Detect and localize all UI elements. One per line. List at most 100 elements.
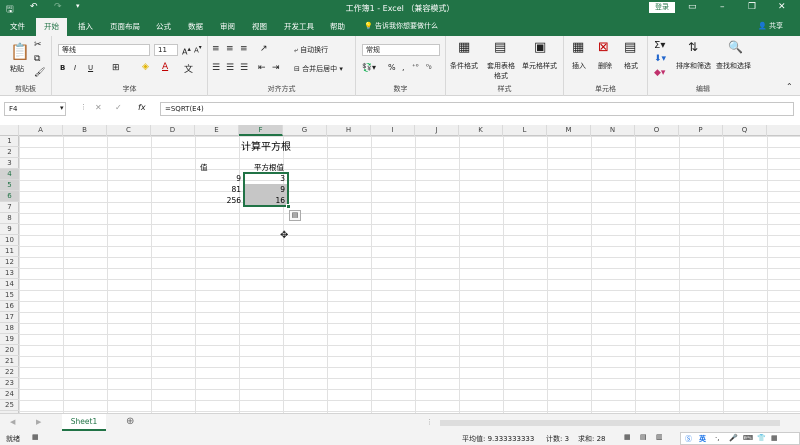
cell-styles-button[interactable]: 单元格样式 <box>522 61 557 71</box>
conditional-format-button[interactable]: 条件格式 <box>450 61 478 71</box>
ime-punct-icon[interactable]: ·, <box>715 434 719 442</box>
increase-decimal-icon[interactable]: ⁺⁰ <box>412 63 419 71</box>
collapse-ribbon-icon[interactable]: ⌃ <box>786 82 793 91</box>
ribbon-display-icon[interactable]: ▭ <box>688 2 697 12</box>
fill-icon[interactable]: ⬇▾ <box>654 54 666 64</box>
paste-button[interactable]: 粘贴 <box>10 64 24 74</box>
tab-developer[interactable]: 开发工具 <box>284 21 314 32</box>
insert-function-icon[interactable]: fx <box>138 103 146 112</box>
tab-formulas[interactable]: 公式 <box>156 21 171 32</box>
cell-styles-icon[interactable]: ▣ <box>534 40 546 55</box>
tell-me-search[interactable]: 💡 告诉我你想要做什么 <box>364 21 438 31</box>
tab-page-layout[interactable]: 页面布局 <box>110 21 140 32</box>
format-painter-icon[interactable]: 🖌 <box>34 68 45 78</box>
cell-title[interactable]: 计算平方根 <box>226 142 306 153</box>
underline-button[interactable]: U <box>88 64 93 72</box>
ime-toolbox-icon[interactable]: ▦ <box>771 434 778 442</box>
wrap-text-button[interactable]: ⤶ 自动换行 <box>294 45 328 55</box>
horizontal-scrollbar[interactable] <box>440 420 780 426</box>
borders-icon[interactable]: ⊞ <box>112 63 120 73</box>
font-name-select[interactable]: 等线 <box>58 44 150 56</box>
bold-button[interactable]: B <box>60 64 65 72</box>
new-sheet-icon[interactable]: ⊕ <box>126 416 134 427</box>
align-left-icon[interactable]: ☰ <box>212 63 220 73</box>
sheet-tab-sheet1[interactable]: Sheet1 <box>62 414 106 431</box>
cells-group: ▦ 插入 ⊠ 删除 ▤ 格式 单元格 <box>564 36 648 96</box>
login-button[interactable]: 登录 <box>649 2 675 13</box>
name-box-dropdown-icon[interactable]: ▾ <box>60 104 64 112</box>
tab-data[interactable]: 数据 <box>188 21 203 32</box>
grow-font-icon[interactable]: A▴ <box>182 45 191 57</box>
ime-logo-icon[interactable]: Ⓢ <box>685 434 692 444</box>
tab-file[interactable]: 文件 <box>10 21 25 32</box>
share-button[interactable]: 👤 共享 <box>758 21 783 31</box>
orientation-icon[interactable]: ↗ <box>260 44 268 54</box>
ime-skin-icon[interactable]: 👕 <box>757 434 766 442</box>
decrease-indent-icon[interactable]: ⇤ <box>258 63 266 73</box>
font-color-icon[interactable]: A <box>162 62 168 72</box>
align-right-icon[interactable]: ☰ <box>240 63 248 73</box>
number-format-select[interactable]: 常规 <box>362 44 440 56</box>
font-size-select[interactable]: 11 <box>154 44 178 56</box>
maximize-icon[interactable]: ❐ <box>748 2 756 12</box>
minimize-icon[interactable]: – <box>720 2 725 12</box>
close-icon[interactable]: ✕ <box>778 2 786 12</box>
ime-mic-icon[interactable]: 🎤 <box>729 434 738 442</box>
conditional-format-icon[interactable]: ▦ <box>458 40 470 55</box>
format-cells-button[interactable]: 格式 <box>624 61 638 71</box>
comma-icon[interactable]: , <box>402 63 405 72</box>
clear-icon[interactable]: ◆▾ <box>654 68 665 78</box>
delete-cells-icon[interactable]: ⊠ <box>598 40 609 55</box>
cell-e4[interactable]: 9 <box>200 173 244 184</box>
tab-home[interactable]: 开始 <box>36 18 67 36</box>
tab-review[interactable]: 审阅 <box>220 21 235 32</box>
percent-icon[interactable]: % <box>388 63 396 72</box>
insert-cells-button[interactable]: 插入 <box>572 61 586 71</box>
tab-insert[interactable]: 插入 <box>78 21 93 32</box>
normal-view-icon[interactable]: ▦ <box>624 433 631 441</box>
cell-e6[interactable]: 256 <box>200 195 244 206</box>
quick-analysis-icon[interactable]: ▤ <box>289 210 301 221</box>
name-box[interactable]: F4 <box>4 102 66 116</box>
copy-icon[interactable]: ⧉ <box>34 54 40 64</box>
middle-align-icon[interactable]: ≡ <box>226 44 234 54</box>
merge-center-button[interactable]: ⊟ 合并后居中 ▾ <box>294 64 343 74</box>
currency-icon[interactable]: 💱▾ <box>362 63 376 72</box>
phonetic-icon[interactable]: 文 <box>184 62 193 75</box>
top-align-icon[interactable]: ≡ <box>212 44 220 54</box>
macro-record-icon[interactable]: ▦ <box>32 433 39 441</box>
cell-e5[interactable]: 81 <box>200 184 244 195</box>
decrease-decimal-icon[interactable]: ⁰₀ <box>426 63 432 71</box>
formula-input[interactable]: =SQRT(E4) <box>160 102 794 116</box>
format-cells-icon[interactable]: ▤ <box>624 40 636 55</box>
format-as-table-button[interactable]: 套用表格格式 <box>484 61 518 81</box>
sort-filter-icon[interactable]: ⇅ <box>688 40 698 54</box>
prev-sheet-icon[interactable]: ◀ <box>10 418 15 426</box>
cut-icon[interactable]: ✂ <box>34 40 42 50</box>
page-break-view-icon[interactable]: ▥ <box>656 433 663 441</box>
enter-icon[interactable]: ✓ <box>115 103 122 112</box>
paste-icon[interactable]: 📋 <box>10 42 30 61</box>
page-layout-view-icon[interactable]: ▤ <box>640 433 647 441</box>
insert-cells-icon[interactable]: ▦ <box>572 40 584 55</box>
shrink-font-icon[interactable]: A▾ <box>194 45 202 54</box>
next-sheet-icon[interactable]: ▶ <box>36 418 41 426</box>
autosum-icon[interactable]: Σ▾ <box>654 40 665 51</box>
cancel-icon[interactable]: ✕ <box>95 103 102 112</box>
italic-button[interactable]: I <box>74 64 76 72</box>
align-center-icon[interactable]: ☰ <box>226 63 234 73</box>
tab-view[interactable]: 视图 <box>252 21 267 32</box>
cell-e3[interactable]: 值 <box>200 162 244 173</box>
delete-cells-button[interactable]: 删除 <box>598 61 612 71</box>
bottom-align-icon[interactable]: ≡ <box>240 44 248 54</box>
sort-filter-button[interactable]: 排序和筛选 <box>676 61 711 71</box>
find-select-icon[interactable]: 🔍 <box>728 40 743 54</box>
ime-language[interactable]: 英 <box>699 434 706 444</box>
tab-help[interactable]: 帮助 <box>330 21 345 32</box>
find-select-button[interactable]: 查找和选择 <box>716 61 751 71</box>
increase-indent-icon[interactable]: ⇥ <box>272 63 280 73</box>
ime-keyboard-icon[interactable]: ⌨ <box>743 434 753 442</box>
table-format-icon[interactable]: ▤ <box>494 40 506 55</box>
fill-color-icon[interactable]: ◈ <box>142 62 149 72</box>
fill-handle[interactable] <box>286 204 291 209</box>
